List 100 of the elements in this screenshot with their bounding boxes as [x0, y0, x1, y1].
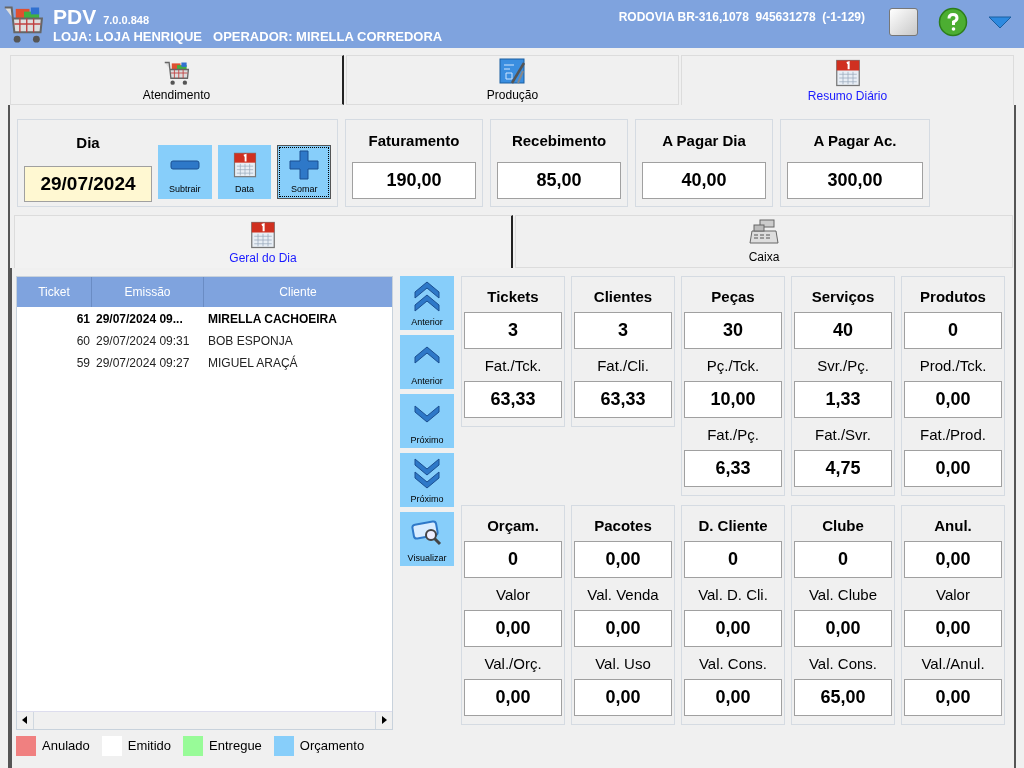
- stat-value: 0,00: [904, 450, 1002, 487]
- blueprint-icon: [497, 57, 528, 87]
- stat-value: 40: [794, 312, 892, 349]
- stat-label: Val. Cons.: [698, 654, 768, 674]
- legend-label: Orçamento: [299, 737, 365, 756]
- dropdown-triangle-icon[interactable]: [988, 15, 1012, 29]
- stat-value: 0,00: [904, 541, 1002, 578]
- chevron-down-icon: [412, 404, 442, 425]
- nav-button[interactable]: Próximo: [400, 453, 454, 507]
- stat-label: Clientes: [593, 287, 653, 307]
- version-label: 7.0.0.848: [103, 14, 150, 26]
- day-button[interactable]: Data: [217, 145, 272, 199]
- stat-value: 0: [794, 541, 892, 578]
- total-value: 85,00: [497, 162, 621, 199]
- total-label: Faturamento: [368, 131, 460, 151]
- total-label: Recebimento: [511, 131, 607, 151]
- total-label: A Pagar Ac.: [813, 131, 897, 151]
- stat-label: Produtos: [920, 287, 986, 307]
- address-label: RODOVIA BR-316,1078 945631278 (-1-129): [618, 9, 865, 26]
- legend-label: Emitido: [127, 737, 172, 756]
- nav-button[interactable]: Anterior: [400, 335, 454, 389]
- chevron-up-icon: [412, 345, 442, 366]
- nav-button[interactable]: Anterior: [400, 276, 454, 330]
- table-row[interactable]: 60 29/07/2024 09:31 BOB ESPONJA: [17, 330, 392, 352]
- stat-value: 0,00: [904, 381, 1002, 418]
- tab[interactable]: Atendimento: [10, 55, 344, 105]
- tab[interactable]: Caixa: [515, 215, 1013, 268]
- stat-value: 63,33: [464, 381, 562, 418]
- cart-icon: [162, 59, 191, 87]
- stat-label: Orçam.: [487, 516, 539, 536]
- stat-value: 6,33: [684, 450, 782, 487]
- stat-label: Valor: [496, 585, 530, 605]
- total-value: 300,00: [787, 162, 923, 199]
- stat-value: 0,00: [904, 679, 1002, 716]
- stat-value: 0,00: [904, 610, 1002, 647]
- app-title: PDV: [53, 5, 97, 27]
- stat-value: 3: [574, 312, 672, 349]
- stat-value: 0,00: [794, 610, 892, 647]
- stat-value: 0,00: [574, 541, 672, 578]
- legend-label: Anulado: [42, 737, 90, 756]
- stat-label: Val. Cons.: [808, 654, 878, 674]
- magnifier-card-icon: [411, 518, 443, 547]
- stat-label: Tickets: [487, 287, 539, 307]
- stat-value: 65,00: [794, 679, 892, 716]
- double-chevron-up-icon: [412, 280, 442, 313]
- stat-value: 0,00: [684, 610, 782, 647]
- operator-label: OPERADOR: MIRELLA CORREDORA: [213, 29, 443, 43]
- stat-label: Serviços: [811, 287, 875, 307]
- minus-icon: [169, 160, 200, 170]
- stat-value: 0: [684, 541, 782, 578]
- stat-value: 0,00: [574, 610, 672, 647]
- help-icon[interactable]: [938, 7, 968, 37]
- stat-label: Val./Anul.: [921, 654, 985, 674]
- stat-label: Fat./Prod.: [920, 425, 986, 445]
- total-value: 190,00: [352, 162, 476, 199]
- tab[interactable]: Produção: [346, 55, 679, 105]
- tab[interactable]: Geral do Dia: [14, 215, 513, 268]
- total-label: A Pagar Dia: [662, 131, 746, 151]
- stat-value: 63,33: [574, 381, 672, 418]
- stat-value: 0,00: [574, 679, 672, 716]
- table-row[interactable]: 59 29/07/2024 09:27 MIGUEL ARAÇÁ: [17, 352, 392, 374]
- day-button[interactable]: Somar: [277, 145, 331, 199]
- stat-label: Fat./Tck.: [484, 356, 542, 376]
- nav-button[interactable]: Próximo: [400, 394, 454, 448]
- stat-label: Prod./Tck.: [919, 356, 987, 376]
- stat-label: Pç./Tck.: [706, 356, 760, 376]
- stat-label: Val. Clube: [808, 585, 878, 605]
- stat-label: Val. D. Cli.: [698, 585, 768, 605]
- table-row[interactable]: 61 29/07/2024 09... MIRELLA CACHOEIRA: [17, 308, 392, 330]
- stat-label: Fat./Pç.: [707, 425, 759, 445]
- tab[interactable]: Resumo Diário: [681, 55, 1014, 105]
- stat-label: D. Cliente: [698, 516, 768, 536]
- stat-label: Peças: [711, 287, 755, 307]
- nav-button[interactable]: Visualizar: [400, 512, 454, 566]
- stat-label: Val. Venda: [587, 585, 659, 605]
- calendar-icon: [248, 220, 278, 250]
- date-field[interactable]: 29/07/2024: [24, 166, 152, 202]
- stat-value: 4,75: [794, 450, 892, 487]
- stat-value: 0,00: [684, 679, 782, 716]
- stat-label: Val./Orç.: [484, 654, 542, 674]
- day-button[interactable]: Subtrair: [158, 145, 212, 199]
- horizontal-scrollbar[interactable]: [17, 711, 392, 729]
- stat-label: Anul.: [934, 516, 972, 536]
- legend-label: Entregue: [209, 737, 262, 756]
- store-label: LOJA: LOJA HENRIQUE: [53, 29, 203, 43]
- stat-label: Valor: [936, 585, 970, 605]
- stat-label: Clube: [822, 516, 864, 536]
- day-label: Dia: [76, 133, 100, 153]
- double-chevron-down-icon: [412, 457, 442, 490]
- plus-icon: [289, 150, 320, 180]
- stat-label: Fat./Svr.: [815, 425, 871, 445]
- stat-value: 0,00: [464, 679, 562, 716]
- stat-label: Fat./Cli.: [597, 356, 649, 376]
- stat-value: 1,33: [794, 381, 892, 418]
- stat-label: Pacotes: [594, 516, 652, 536]
- stat-value: 0: [904, 312, 1002, 349]
- square-button[interactable]: [889, 8, 918, 36]
- stat-value: 30: [684, 312, 782, 349]
- stat-value: 0: [464, 541, 562, 578]
- stat-label: Svr./Pç.: [817, 356, 869, 376]
